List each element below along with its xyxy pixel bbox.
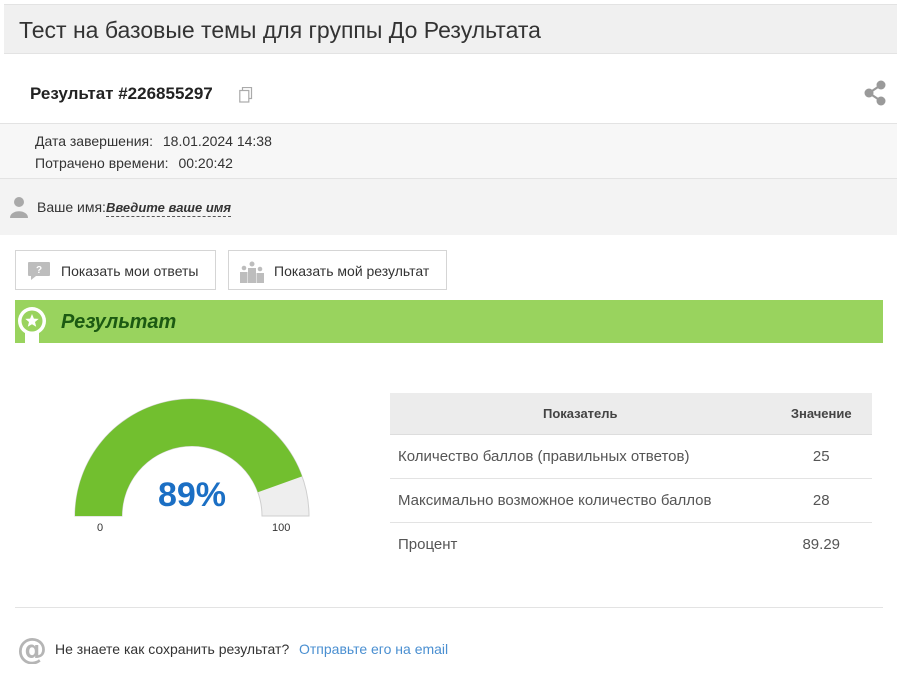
gauge-min-label: 0 (97, 522, 104, 534)
question-bubble-icon: ? (28, 262, 50, 280)
time-spent-value: 00:20:42 (178, 155, 233, 171)
time-spent-row: Потрачено времени: 00:20:42 (35, 155, 233, 171)
time-spent-label: Потрачено времени: (35, 155, 169, 171)
name-row: Ваше имя: Введите ваше имя (0, 179, 897, 235)
table-cell-label: Количество баллов (правильных ответов) (390, 434, 771, 479)
column-header-indicator: Показатель (390, 393, 771, 435)
show-result-label: Показать мой результат (274, 263, 430, 279)
result-header: Результат #226855297 (0, 54, 897, 124)
completed-value: 18.01.2024 14:38 (162, 133, 272, 149)
result-banner: Результат (15, 300, 883, 352)
gauge-max-label: 100 (272, 522, 291, 534)
podium-icon (240, 261, 264, 283)
result-table: Показатель Значение Количество баллов (п… (390, 393, 872, 566)
at-sign-icon: @ (17, 634, 47, 664)
table-row: Количество баллов (правильных ответов) 2… (390, 434, 872, 479)
gauge-percent: 89% (157, 476, 227, 514)
show-result-button[interactable]: Показать мой результат (228, 250, 447, 290)
table-cell-value: 25 (770, 434, 872, 479)
table-cell-value: 28 (770, 478, 872, 523)
table-cell-value: 89.29 (802, 536, 841, 553)
table-row: Максимально возможное количество баллов … (390, 478, 872, 523)
page-title: Тест на базовые темы для группы До Резул… (19, 17, 541, 43)
save-result-question: Не знаете как сохранить результат? (55, 641, 290, 657)
title-bar: Тест на базовые темы для группы До Резул… (4, 4, 897, 54)
table-header-row: Показатель Значение (390, 393, 872, 435)
result-meta: Дата завершения: 18.01.2024 14:38 Потрач… (0, 124, 897, 179)
show-answers-label: Показать мои ответы (61, 263, 199, 279)
divider (15, 607, 883, 608)
banner-title: Результат (61, 311, 177, 333)
name-label: Ваше имя: (37, 199, 106, 215)
result-id: Результат #226855297 (30, 84, 213, 103)
svg-text:@: @ (17, 634, 47, 664)
column-header-value: Значение (770, 393, 872, 435)
svg-text:?: ? (36, 265, 42, 276)
name-input[interactable]: Введите ваше имя (106, 200, 232, 217)
completed-label: Дата завершения: (35, 133, 153, 149)
copy-icon[interactable] (239, 87, 253, 103)
send-email-link[interactable]: Отправьте его на email (299, 641, 448, 657)
table-row: Процент 89.29 (390, 523, 872, 567)
table-cell-label: Процент (398, 536, 458, 553)
share-icon[interactable] (862, 79, 888, 107)
medal-icon (18, 307, 46, 352)
score-gauge (74, 398, 310, 517)
completed-row: Дата завершения: 18.01.2024 14:38 (35, 133, 272, 149)
show-answers-button[interactable]: ? Показать мои ответы (15, 250, 216, 290)
user-icon (10, 197, 28, 218)
table-cell-label: Максимально возможное количество баллов (390, 478, 771, 523)
